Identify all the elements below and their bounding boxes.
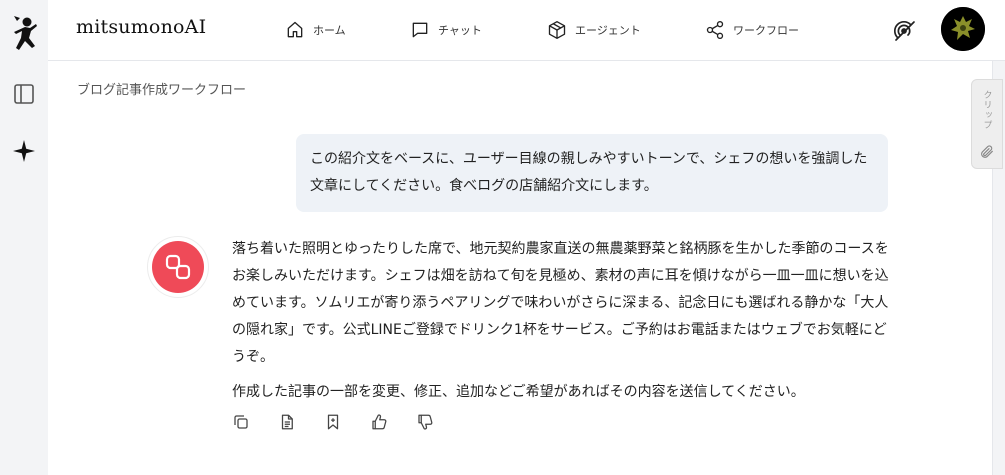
ai-message: 落ち着いた照明とゆったりした席で、地元契約農家直送の無農薬野菜と銘柄豚を生かした… [232,241,889,365]
nav-workflow-label: ワークフロー [733,24,799,37]
user-avatar[interactable] [941,7,985,51]
ninja-logo-icon[interactable] [8,16,40,54]
clip-tab[interactable]: クリップ [971,79,1003,169]
thumbs-down-icon[interactable] [416,413,434,431]
sparkle-icon[interactable] [11,138,37,164]
sidebar-toggle-icon[interactable] [11,81,37,107]
thumbs-up-icon[interactable] [370,413,388,431]
nav-chat-label: チャット [438,24,482,37]
nav-home-label: ホーム [313,24,346,37]
document-icon[interactable] [278,413,296,431]
ai-followup-message: 作成した記事の一部を変更、修正、追加などご希望があればその内容を送信してください… [232,384,805,400]
chat-icon [412,22,428,38]
bookmark-icon[interactable] [324,413,342,431]
broadcast-icon[interactable] [893,18,917,42]
cube-icon [548,21,566,39]
nav-workflow[interactable]: ワークフロー [705,18,799,42]
breadcrumb[interactable]: ブログ記事作成ワークフロー [77,79,246,98]
share-icon [706,21,724,39]
ai-logo-icon [152,241,204,293]
top-header: mitsumonoAI ホーム チャット エージェント ワークフロー [48,0,1005,61]
clip-tab-label: クリップ [981,90,992,130]
ai-avatar [147,236,209,298]
nav-agent-label: エージェント [575,24,641,37]
home-icon [287,21,303,38]
nav-chat[interactable]: チャット [410,18,482,42]
brand-name[interactable]: mitsumonoAI [76,16,206,38]
copy-icon[interactable] [232,413,250,431]
paperclip-icon [981,145,993,158]
left-rail [0,0,48,475]
nav-home[interactable]: ホーム [285,18,346,42]
nav-agent[interactable]: エージェント [547,18,641,42]
user-message: この紹介文をベースに、ユーザー目線の親しみやすいトーンで、シェフの想いを強調した… [296,134,888,212]
